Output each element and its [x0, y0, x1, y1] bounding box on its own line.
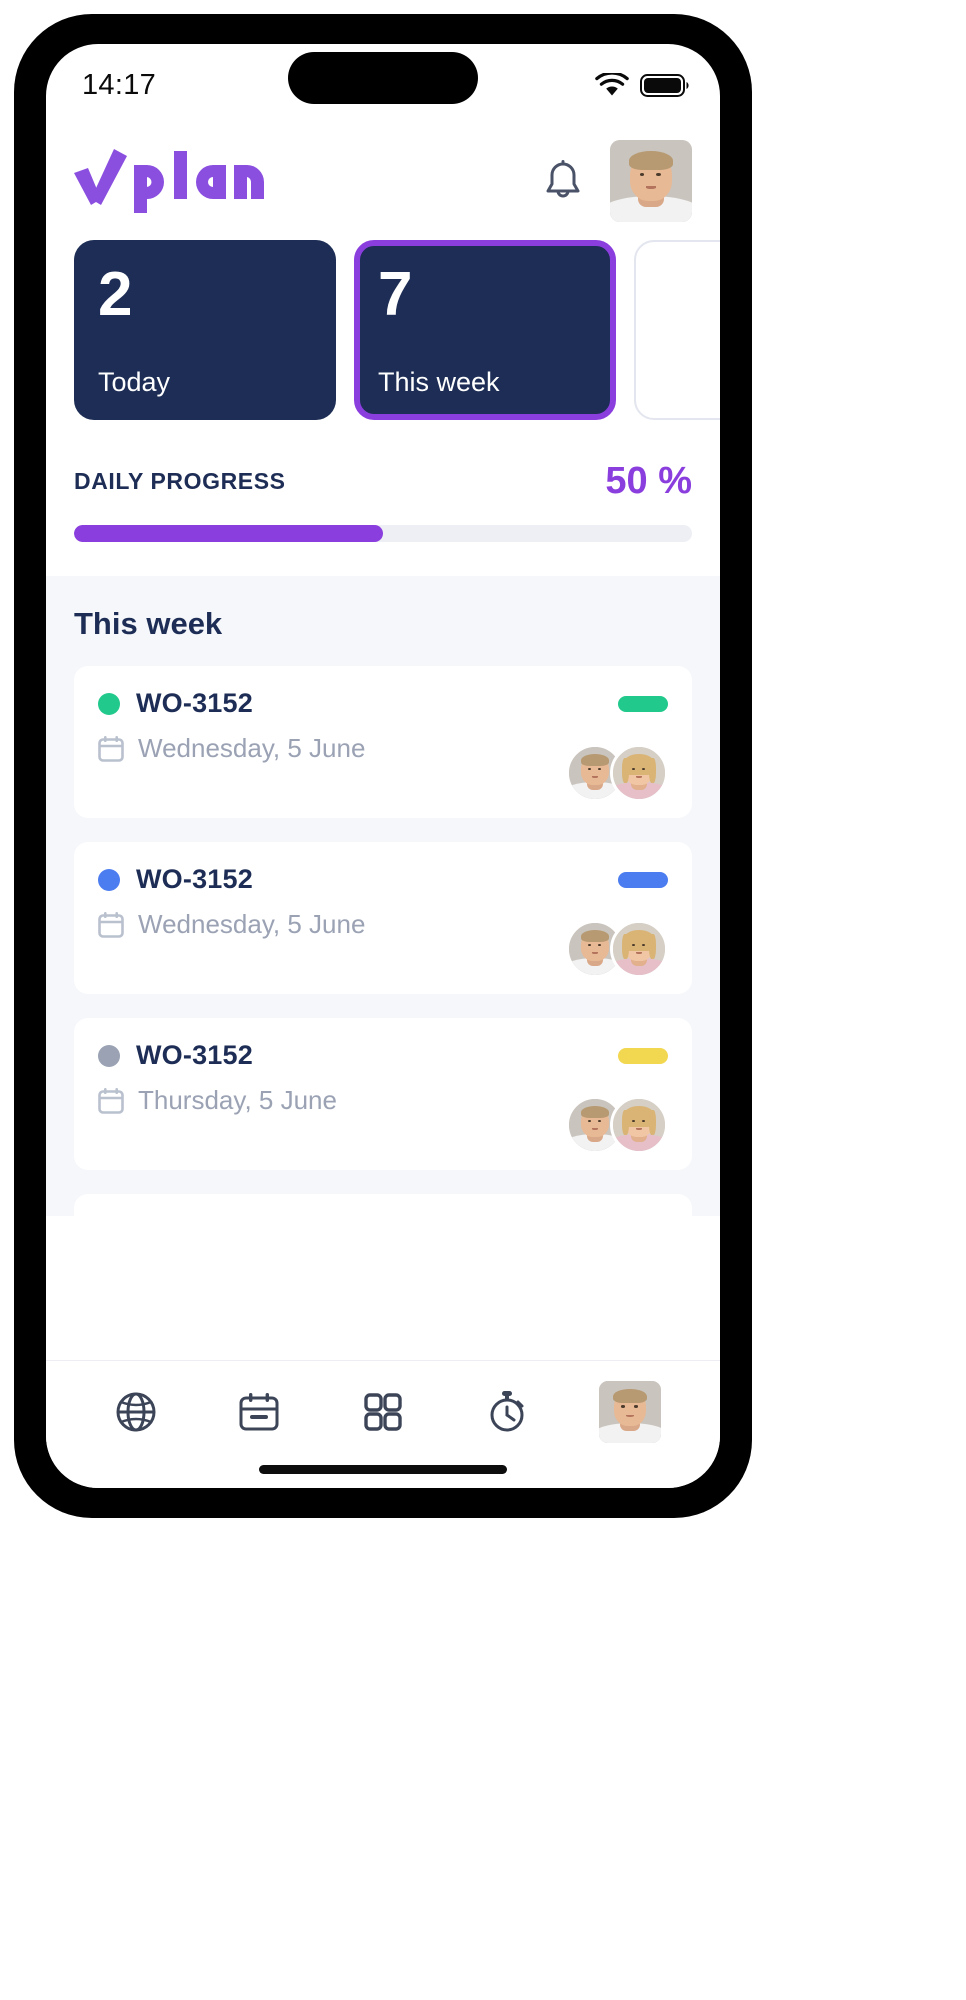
nav-item-profile[interactable] — [593, 1375, 667, 1449]
daily-progress-percent: 50 % — [605, 460, 692, 502]
work-order-identity: WO-3152 — [98, 688, 253, 719]
nav-item-grid[interactable] — [346, 1375, 420, 1449]
stat-card-next-partial[interactable] — [634, 240, 720, 420]
status-indicators — [595, 72, 690, 98]
work-order-card[interactable]: WO-3152 Thursday, 5 June — [74, 1194, 692, 1216]
stat-card-today-label: Today — [98, 367, 171, 397]
daily-progress-fill — [74, 525, 383, 542]
avatar[interactable] — [610, 744, 668, 802]
status-dot — [98, 868, 120, 891]
header-actions — [540, 140, 692, 222]
stopwatch-icon — [484, 1389, 530, 1435]
daily-progress-header: DAILY PROGRESS 50 % — [74, 460, 692, 503]
calendar-icon — [98, 735, 124, 763]
battery-icon — [640, 73, 690, 98]
avatar[interactable] — [610, 1096, 668, 1154]
calendar-icon — [237, 1390, 281, 1434]
assignee-avatars[interactable] — [566, 920, 668, 978]
daily-progress-label: DAILY PROGRESS — [74, 468, 286, 494]
grid-icon — [361, 1390, 405, 1434]
assignee-avatars[interactable] — [566, 744, 668, 802]
work-order-list: WO-3152 Wednesday, 5 June WO-3152 Wednesd… — [74, 666, 692, 1216]
status-time: 14:17 — [82, 68, 157, 101]
work-order-header: WO-3152 — [98, 1040, 668, 1071]
assignee-avatars[interactable] — [566, 1096, 668, 1154]
work-order-code: WO-3152 — [136, 688, 253, 718]
work-order-identity: WO-3152 — [98, 864, 253, 895]
daily-progress-track — [74, 525, 692, 542]
avatar-face-icon — [610, 140, 692, 222]
calendar-icon — [98, 911, 124, 939]
nav-item-calendar[interactable] — [222, 1375, 296, 1449]
nav-item-globe[interactable] — [99, 1375, 173, 1449]
this-week-section: This week WO-3152 Wednesday, 5 June WO-31… — [46, 576, 720, 1216]
work-order-header: WO-3152 — [98, 688, 668, 719]
wifi-icon — [595, 72, 629, 98]
daily-progress-block: DAILY PROGRESS 50 % — [46, 420, 720, 576]
phone-screen: 14:17 2 Today 7 This week DAILY PROGRESS… — [46, 44, 720, 1488]
profile-avatar-icon — [599, 1380, 662, 1443]
globe-icon — [113, 1389, 159, 1435]
stat-card-this-week-value: 7 — [378, 260, 412, 329]
stat-cards-row[interactable]: 2 Today 7 This week — [46, 232, 720, 420]
work-order-identity: WO-3152 — [98, 1040, 253, 1071]
work-order-header: WO-3152 — [98, 864, 668, 895]
work-order-card[interactable]: WO-3152 Wednesday, 5 June — [74, 666, 692, 818]
work-order-card[interactable]: WO-3152 Wednesday, 5 June — [74, 842, 692, 994]
status-dot — [98, 1044, 120, 1067]
status-badge — [618, 695, 668, 712]
status-bar: 14:17 — [46, 44, 720, 118]
dynamic-island — [288, 52, 478, 104]
section-title: This week — [74, 606, 223, 641]
stat-card-this-week[interactable]: 7 This week — [354, 240, 616, 420]
screenshot-root: 14:17 2 Today 7 This week DAILY PROGRESS… — [0, 0, 966, 2000]
app-header — [46, 118, 720, 232]
status-badge — [618, 1047, 668, 1064]
work-order-date: Thursday, 5 June — [138, 1085, 337, 1115]
work-order-date: Wednesday, 5 June — [138, 909, 366, 939]
stat-card-today[interactable]: 2 Today — [74, 240, 336, 420]
work-order-code: WO-3152 — [136, 864, 253, 894]
notifications-button[interactable] — [540, 158, 586, 204]
vplan-logo[interactable] — [74, 149, 264, 213]
stat-card-today-value: 2 — [98, 260, 132, 329]
stat-card-this-week-label: This week — [378, 367, 500, 397]
work-order-code: WO-3152 — [136, 1040, 253, 1070]
calendar-icon — [98, 1087, 124, 1115]
home-indicator — [259, 1465, 507, 1474]
work-order-card[interactable]: WO-3152 Thursday, 5 June — [74, 1018, 692, 1170]
status-dot — [98, 692, 120, 715]
bell-icon — [543, 159, 583, 203]
avatar[interactable] — [610, 140, 692, 222]
status-badge — [618, 871, 668, 888]
nav-item-stopwatch[interactable] — [470, 1375, 544, 1449]
avatar[interactable] — [610, 920, 668, 978]
work-order-date: Wednesday, 5 June — [138, 733, 366, 763]
vplan-logo-icon — [74, 149, 264, 213]
